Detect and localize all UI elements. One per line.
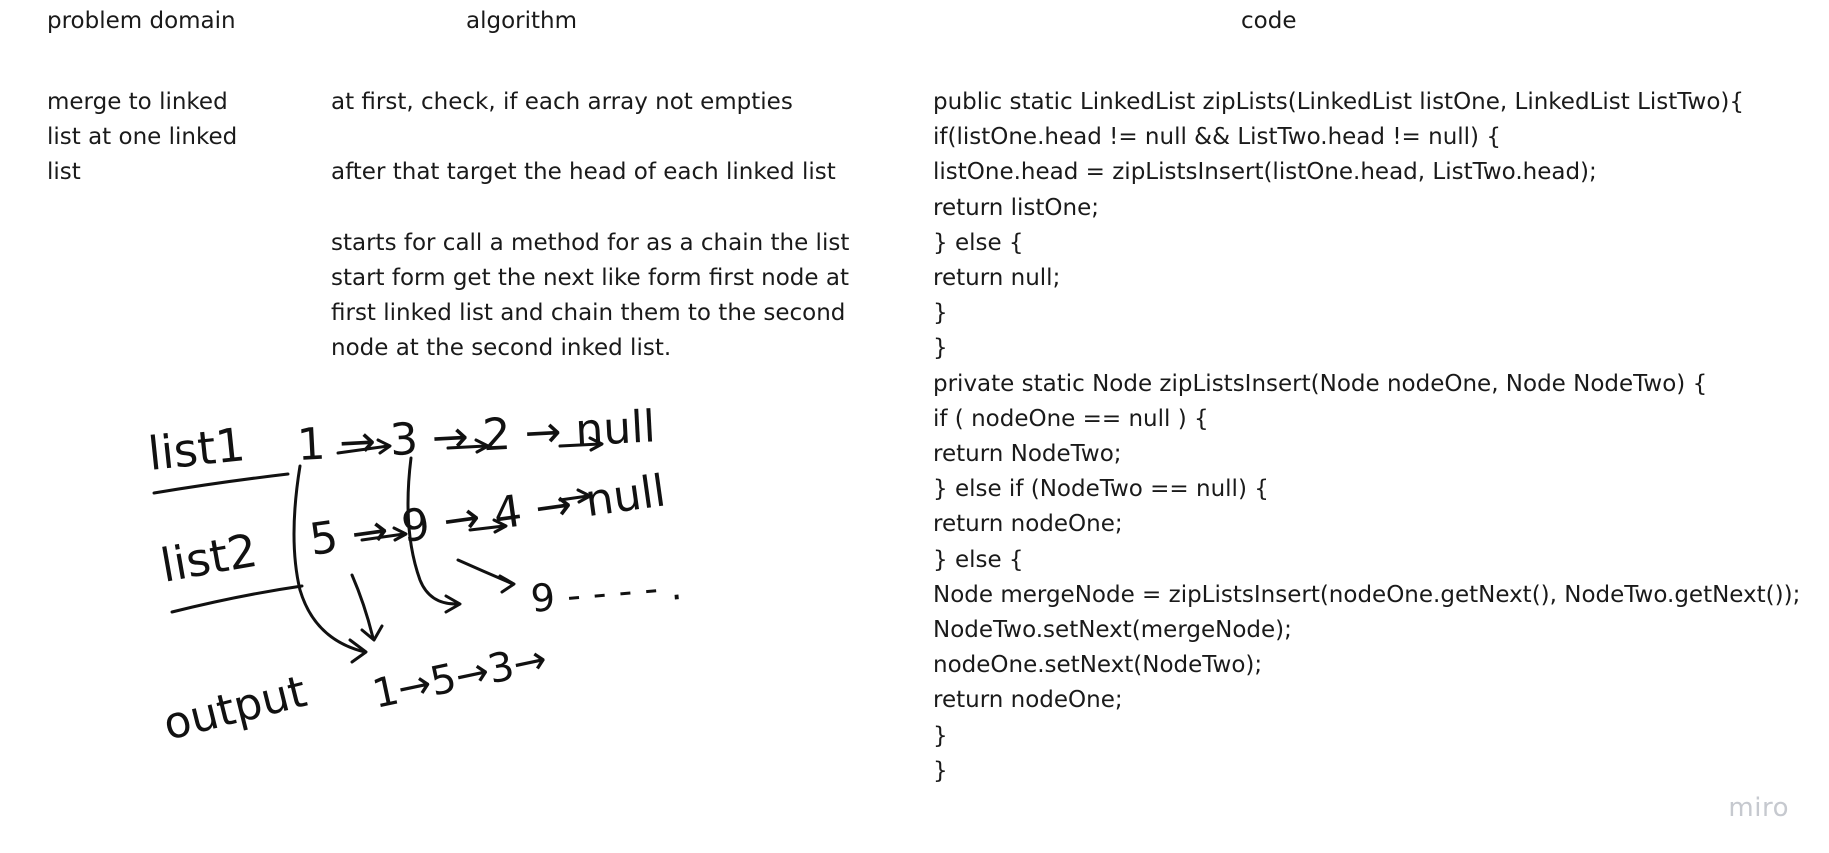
arrow-5-to-output [350,573,375,640]
problem-domain-text: merge to linked list at one linked list [47,85,237,191]
code-line: } [933,722,948,749]
heading-problem-domain: problem domain [47,8,236,34]
code-line: nodeOne.setNext(NodeTwo); [933,652,1263,679]
code-line: Node mergeNode = zipListsInsert(nodeOne.… [933,581,1801,608]
output-nodes: 1→5→3→ [369,636,552,718]
trail-nodes: 9 - - - - . [529,564,684,621]
algorithm-line: start form get the next like form first … [331,264,849,291]
code-line: } else { [933,229,1024,256]
handwritten-sketch: list1 1 → 3 → 2 → null list2 5 → 9 → 4 →… [146,401,684,751]
output-label: output [158,666,311,751]
code-line: if(listOne.head != null && ListTwo.head … [933,124,1501,151]
code-line: return NodeTwo; [933,441,1122,468]
list1-label: list1 [146,417,248,481]
code-line: return listOne; [933,194,1099,221]
heading-algorithm: algorithm [466,8,578,34]
algorithm-text: at first, check, if each array not empti… [331,85,849,367]
code-line: } else { [933,546,1024,573]
code-line: return null; [933,265,1061,292]
code-line: NodeTwo.setNext(mergeNode); [933,617,1292,644]
algorithm-line: at first, check, if each array not empti… [331,89,793,115]
code-line: private static Node zipListsInsert(Node … [933,370,1708,397]
code-line: return nodeOne; [933,687,1123,714]
problem-line: list [47,159,81,186]
code-line: } else if (NodeTwo == null) { [933,476,1269,503]
problem-line: list at one linked [47,124,238,151]
arrowhead [498,574,516,594]
heading-code: code [1241,8,1297,34]
list2-label: list2 [157,523,262,593]
list2-nodes: 5 → 9 → 4 → null [306,465,668,565]
algorithm-line: first linked list and chain them to the … [331,300,846,327]
problem-line: merge to linked [47,89,228,115]
algorithm-line: starts for call a method for as a chain … [331,229,850,256]
miro-watermark-logo: miro [1728,793,1789,823]
algorithm-line: after that target the head of each linke… [331,159,836,186]
code-line: if ( nodeOne == null ) { [933,405,1209,432]
code-line: return nodeOne; [933,511,1123,538]
code-line: listOne.head = zipListsInsert(listOne.he… [933,159,1597,186]
whiteboard-canvas[interactable]: problem domain algorithm code merge to l… [0,0,1829,853]
code-line: public static LinkedList zipLists(Linked… [933,89,1745,115]
code-line: } [933,757,948,784]
list1-nodes: 1 → 3 → 2 → null [296,401,657,471]
code-line: } [933,300,948,327]
algorithm-line: node at the second inked list. [331,335,672,362]
list2-underline [170,584,304,614]
code-line: } [933,335,948,362]
code-block: public static LinkedList zipLists(Linked… [933,85,1800,789]
